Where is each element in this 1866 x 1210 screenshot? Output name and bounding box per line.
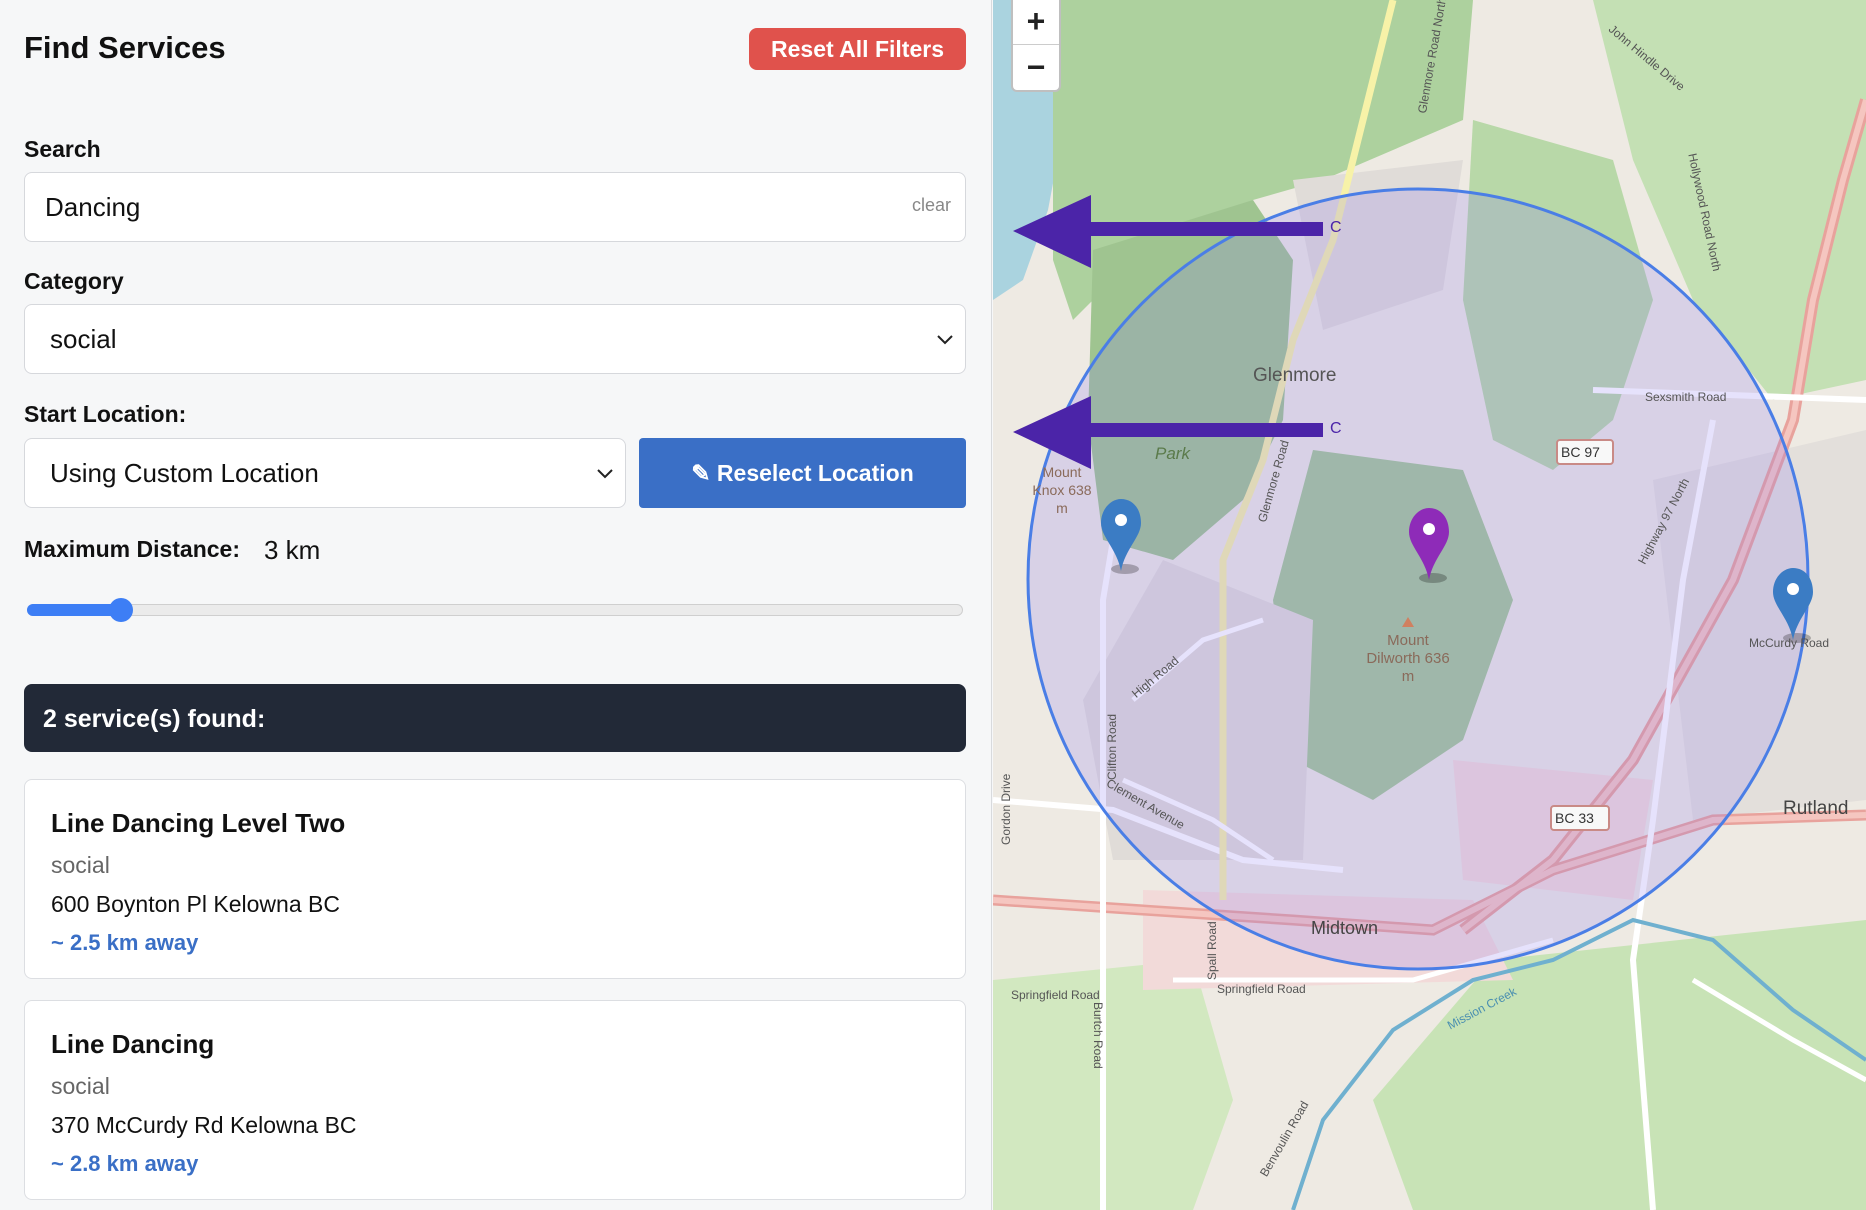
chevron-down-icon	[597, 469, 613, 479]
result-title: Line Dancing Level Two	[51, 808, 346, 838]
max-distance-label: Maximum Distance:	[24, 536, 241, 562]
category-select[interactable]: social	[24, 304, 966, 374]
map-view[interactable]: + − Glenmore Park Mount Knox 638 m Mount…	[993, 0, 1866, 1210]
slider-thumb[interactable]	[108, 598, 133, 622]
start-location-select[interactable]: Using Custom Location	[24, 438, 626, 508]
result-category: social	[51, 1073, 110, 1099]
category-selected-value: social	[50, 324, 117, 354]
map-label-midtown: Midtown	[1311, 918, 1379, 938]
map-label-bc97: BC 97	[1561, 444, 1600, 460]
map-label-mount-dilworth: Mount Dilworth 636 m	[1366, 632, 1450, 685]
map-label-clifton: Clifton Road	[1105, 713, 1119, 780]
start-location-label: Start Location:	[24, 401, 187, 427]
map-label-glenmore: Glenmore	[1253, 365, 1337, 386]
max-distance-slider[interactable]	[27, 598, 963, 622]
map-label-mccurdy: McCurdy Road	[1749, 636, 1830, 650]
map-label-springfield-2: Springfield Road	[1217, 982, 1306, 996]
slider-fill	[27, 604, 121, 616]
result-address: 370 McCurdy Rd Kelowna BC	[51, 1112, 357, 1138]
map-tiles	[993, 0, 1866, 1210]
page-title: Find Services	[24, 30, 226, 65]
map-label-bc33: BC 33	[1555, 810, 1594, 826]
map-marker-c: C	[1330, 420, 1342, 437]
search-label: Search	[24, 136, 101, 162]
category-label: Category	[24, 268, 124, 294]
search-field: clear	[24, 172, 966, 242]
reselect-location-button[interactable]: ✎ Reselect Location	[639, 438, 966, 508]
results-summary-bar: 2 service(s) found:	[24, 684, 966, 752]
map-label-springfield: Springfield Road	[1011, 988, 1100, 1002]
map-label-spall: Spall Road	[1205, 921, 1219, 980]
clear-search-link[interactable]: clear	[912, 195, 951, 216]
map-label-park: Park	[1155, 444, 1190, 463]
chevron-down-icon	[937, 335, 953, 345]
map-label-mount-knox: Mount Knox 638 m	[1032, 464, 1092, 516]
map-label-rutland: Rutland	[1783, 798, 1849, 819]
zoom-in-button[interactable]: +	[1013, 0, 1059, 45]
start-location-selected-value: Using Custom Location	[50, 458, 319, 488]
result-card[interactable]: Line Dancing Level Two social 600 Boynto…	[24, 779, 966, 979]
results-count: 2 service(s) found:	[43, 705, 266, 733]
result-distance: ~ 2.8 km away	[51, 1151, 199, 1176]
result-distance: ~ 2.5 km away	[51, 930, 199, 955]
map-label-burtch: Burtch Road	[1091, 1002, 1105, 1069]
map-label-gordon: Gordon Drive	[999, 773, 1013, 845]
result-address: 600 Boynton Pl Kelowna BC	[51, 891, 340, 917]
search-input[interactable]	[45, 173, 865, 241]
zoom-control: + −	[1011, 0, 1061, 92]
max-distance-value: 3 km	[264, 535, 321, 565]
result-card[interactable]: Line Dancing social 370 McCurdy Rd Kelow…	[24, 1000, 966, 1200]
map-marker-c: C	[1330, 219, 1342, 236]
zoom-out-button[interactable]: −	[1013, 46, 1059, 91]
map-label-sexsmith: Sexsmith Road	[1645, 390, 1727, 404]
result-title: Line Dancing	[51, 1029, 215, 1059]
filter-sidebar: Find Services Reset All Filters Search c…	[0, 0, 992, 1210]
slider-track	[27, 604, 963, 616]
result-category: social	[51, 852, 110, 878]
reset-filters-button[interactable]: Reset All Filters	[749, 28, 966, 70]
